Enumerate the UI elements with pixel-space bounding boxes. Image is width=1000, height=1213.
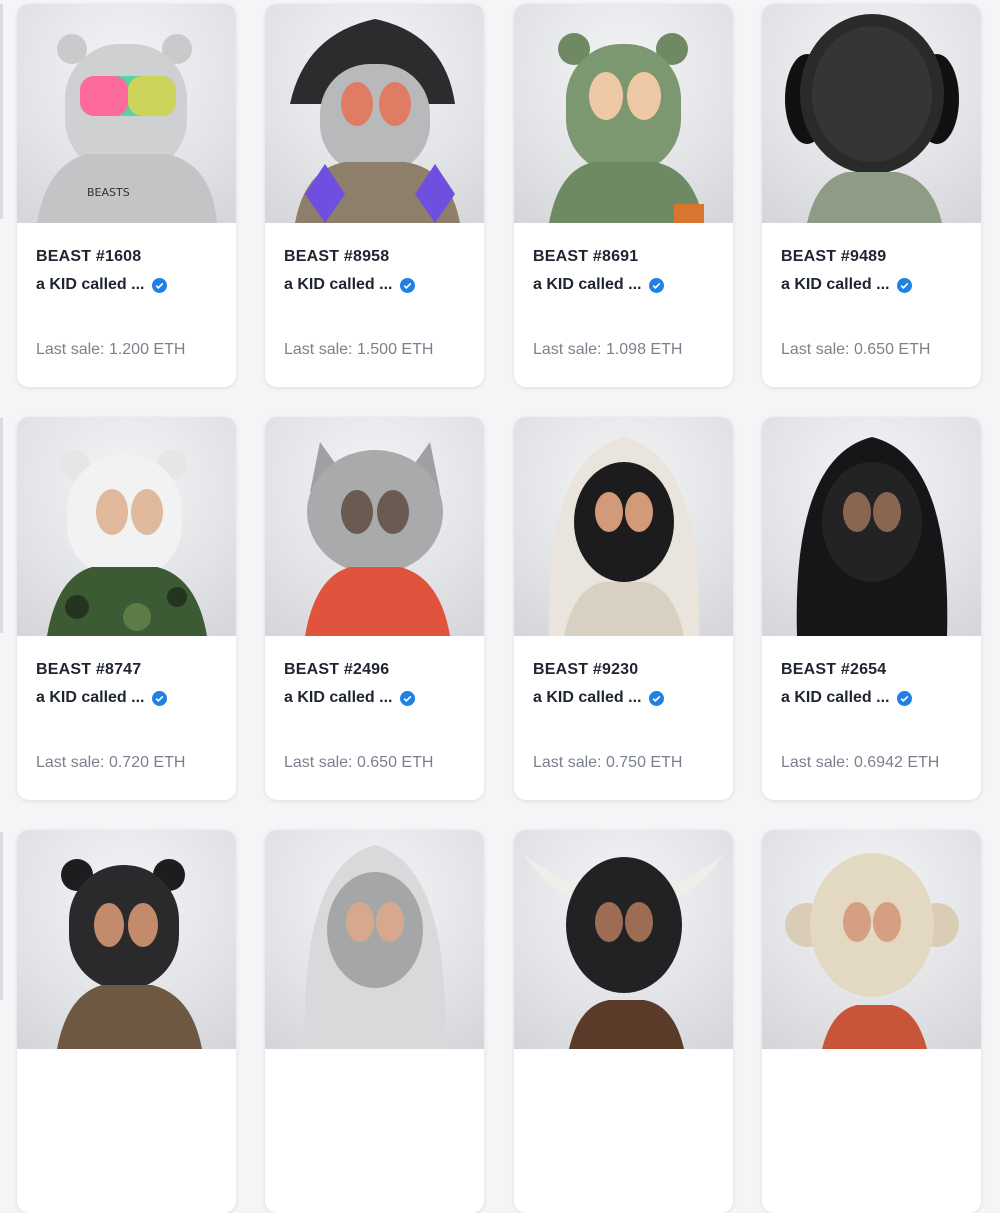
nft-card[interactable] (762, 830, 981, 1213)
collection-name[interactable]: a KID called ... (36, 274, 168, 296)
nft-artwork (524, 855, 723, 1049)
last-sale: Last sale: 1.098 ETH (533, 341, 682, 359)
last-sale: Last sale: 1.200 ETH (36, 341, 185, 359)
verified-badge-icon (649, 277, 665, 293)
nft-artwork (785, 14, 959, 223)
nft-image[interactable] (265, 4, 484, 223)
nft-title[interactable]: BEAST #2496 (284, 661, 389, 679)
verified-badge-icon (400, 690, 416, 706)
collection-label: a KID called ... (533, 276, 642, 293)
nft-card[interactable]: BEAST #8958 a KID called ... Last sale: … (265, 4, 484, 387)
last-sale-label: Last sale: (533, 341, 602, 358)
nft-card[interactable]: BEASTS BEAST #1608 a KID called ... Last… (17, 4, 236, 387)
last-sale-value: 0.650 ETH (356, 754, 434, 771)
last-sale-label: Last sale: (36, 754, 105, 771)
last-sale: Last sale: 0.720 ETH (36, 754, 185, 772)
collection-name[interactable]: a KID called ... (533, 687, 665, 709)
collection-label: a KID called ... (533, 689, 642, 706)
last-sale-label: Last sale: (533, 754, 602, 771)
nft-title[interactable]: BEAST #8747 (36, 661, 141, 679)
last-sale: Last sale: 0.750 ETH (533, 754, 682, 772)
last-sale-label: Last sale: (781, 754, 850, 771)
collection-name[interactable]: a KID called ... (284, 687, 416, 709)
nft-image[interactable] (762, 830, 981, 1049)
collection-name[interactable]: a KID called ... (781, 274, 913, 296)
collection-label: a KID called ... (781, 276, 890, 293)
nft-title[interactable]: BEAST #8958 (284, 248, 389, 266)
last-sale: Last sale: 0.650 ETH (781, 341, 930, 359)
collection-label: a KID called ... (284, 276, 393, 293)
last-sale-value: 1.500 ETH (356, 341, 434, 358)
nft-image[interactable] (762, 417, 981, 636)
nft-title[interactable]: BEAST #9489 (781, 248, 886, 266)
nft-image[interactable] (514, 830, 733, 1049)
nft-card[interactable]: BEAST #9230 a KID called ... Last sale: … (514, 417, 733, 800)
nft-artwork (305, 442, 450, 636)
last-sale: Last sale: 0.6942 ETH (781, 754, 939, 772)
last-sale-value: 0.720 ETH (108, 754, 186, 771)
collection-name[interactable]: a KID called ... (781, 687, 913, 709)
last-sale-value: 0.6942 ETH (853, 754, 940, 771)
verified-badge-icon (400, 277, 416, 293)
left-edge-divider (0, 4, 3, 219)
nft-artwork (548, 437, 700, 636)
nft-card[interactable] (514, 830, 733, 1213)
nft-card[interactable] (17, 830, 236, 1213)
nft-artwork (549, 33, 704, 223)
verified-badge-icon (152, 690, 168, 706)
collection-label: a KID called ... (284, 689, 393, 706)
last-sale-value: 1.200 ETH (108, 341, 186, 358)
nft-artwork (304, 845, 446, 1049)
verified-badge-icon (649, 690, 665, 706)
svg-text:BEASTS: BEASTS (87, 186, 130, 199)
nft-artwork (796, 437, 948, 636)
last-sale: Last sale: 1.500 ETH (284, 341, 433, 359)
nft-card[interactable] (265, 830, 484, 1213)
nft-card[interactable]: BEAST #8747 a KID called ... Last sale: … (17, 417, 236, 800)
nft-image[interactable] (265, 417, 484, 636)
nft-grid: BEASTS BEAST #1608 a KID called ... Last… (0, 0, 1000, 1213)
nft-card[interactable]: BEAST #8691 a KID called ... Last sale: … (514, 4, 733, 387)
last-sale-label: Last sale: (36, 341, 105, 358)
nft-image[interactable] (514, 417, 733, 636)
collection-label: a KID called ... (781, 689, 890, 706)
last-sale: Last sale: 0.650 ETH (284, 754, 433, 772)
nft-image[interactable]: BEASTS (17, 4, 236, 223)
nft-card[interactable]: BEAST #2654 a KID called ... Last sale: … (762, 417, 981, 800)
collection-name[interactable]: a KID called ... (36, 687, 168, 709)
nft-image[interactable] (265, 830, 484, 1049)
nft-card[interactable]: BEAST #9489 a KID called ... Last sale: … (762, 4, 981, 387)
nft-artwork (785, 853, 959, 1049)
collection-name[interactable]: a KID called ... (284, 274, 416, 296)
last-sale-label: Last sale: (284, 754, 353, 771)
nft-title[interactable]: BEAST #9230 (533, 661, 638, 679)
nft-card[interactable]: BEAST #2496 a KID called ... Last sale: … (265, 417, 484, 800)
last-sale-label: Last sale: (781, 341, 850, 358)
nft-title[interactable]: BEAST #1608 (36, 248, 141, 266)
last-sale-value: 1.098 ETH (605, 341, 683, 358)
collection-name[interactable]: a KID called ... (533, 274, 665, 296)
last-sale-value: 0.750 ETH (605, 754, 683, 771)
last-sale-label: Last sale: (284, 341, 353, 358)
nft-artwork (57, 859, 202, 1049)
collection-label: a KID called ... (36, 276, 145, 293)
nft-image[interactable] (762, 4, 981, 223)
verified-badge-icon (897, 277, 913, 293)
nft-image[interactable] (17, 417, 236, 636)
verified-badge-icon (152, 277, 168, 293)
nft-title[interactable]: BEAST #2654 (781, 661, 886, 679)
nft-artwork (290, 19, 460, 223)
nft-image[interactable] (17, 830, 236, 1049)
last-sale-value: 0.650 ETH (853, 341, 931, 358)
left-edge-divider (0, 418, 3, 633)
nft-title[interactable]: BEAST #8691 (533, 248, 638, 266)
nft-artwork: BEASTS (37, 34, 217, 223)
left-edge-divider (0, 832, 3, 1000)
verified-badge-icon (897, 690, 913, 706)
collection-label: a KID called ... (36, 689, 145, 706)
nft-artwork (47, 450, 207, 636)
nft-image[interactable] (514, 4, 733, 223)
